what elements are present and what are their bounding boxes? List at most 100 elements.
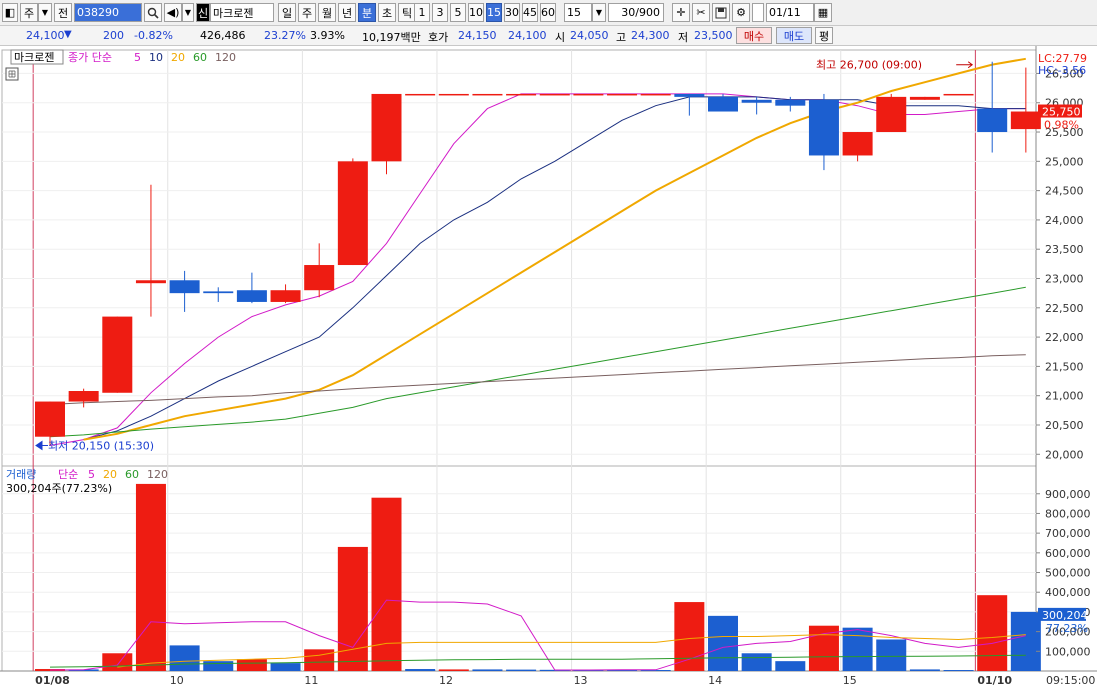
prev-button[interactable]: 전 bbox=[54, 3, 72, 22]
gear-icon[interactable]: ⚙ bbox=[732, 3, 750, 22]
x-label-4: 13 bbox=[574, 674, 588, 687]
price-tick-label-2: 21,000 bbox=[1045, 390, 1084, 403]
volume-bar-2 bbox=[102, 653, 133, 671]
calendar-icon[interactable]: ▦ bbox=[814, 3, 832, 22]
candle-body-23 bbox=[808, 99, 839, 156]
code-input[interactable]: 038290 bbox=[74, 3, 142, 22]
count-field[interactable]: 30/900 bbox=[608, 3, 664, 22]
price-tick-label-0: 20,000 bbox=[1045, 448, 1084, 461]
price-ma-period-10: 10 bbox=[149, 51, 163, 64]
price-tick-label-9: 24,500 bbox=[1045, 185, 1084, 198]
save-icon[interactable] bbox=[712, 3, 730, 22]
tools-icon[interactable]: ✂ bbox=[692, 3, 710, 22]
volume-bar-6 bbox=[236, 659, 267, 671]
candle-body-22 bbox=[775, 99, 806, 106]
candle-body-26 bbox=[909, 96, 940, 100]
price-change: 200 bbox=[103, 29, 124, 42]
interval-tab-3[interactable]: 10 bbox=[468, 3, 484, 22]
interval-tab-5[interactable]: 30 bbox=[504, 3, 520, 22]
buy-button[interactable]: 매수 bbox=[736, 27, 772, 44]
volume-bar-29 bbox=[1010, 611, 1041, 671]
price-ma-period-60: 60 bbox=[193, 51, 207, 64]
speaker-icon[interactable]: ◀) bbox=[164, 3, 182, 22]
interval-dropdown-icon[interactable]: ▼ bbox=[592, 3, 606, 22]
candle-body-11 bbox=[405, 93, 436, 96]
date-checkbox[interactable] bbox=[752, 3, 764, 22]
candle-body-7 bbox=[270, 290, 301, 302]
search-icon[interactable] bbox=[144, 3, 162, 22]
date-field[interactable]: 01/11 bbox=[766, 3, 814, 22]
ask-label: 호가 bbox=[428, 31, 449, 44]
interval-tab-0[interactable]: 1 bbox=[414, 3, 430, 22]
volume-bar-12 bbox=[438, 669, 469, 671]
volume-bar-21 bbox=[741, 653, 772, 671]
interval-tab-1[interactable]: 3 bbox=[432, 3, 448, 22]
interval-tab-4[interactable]: 15 bbox=[486, 3, 502, 22]
price-tick-label-6: 23,000 bbox=[1045, 273, 1084, 286]
price-tick-label-5: 22,500 bbox=[1045, 302, 1084, 315]
crosshair-icon[interactable]: ✛ bbox=[672, 3, 690, 22]
candle-body-10 bbox=[371, 93, 402, 162]
period-tab-3[interactable]: 년 bbox=[338, 3, 356, 22]
amount-value: 10,197백만 bbox=[362, 31, 421, 44]
x-label-1: 10 bbox=[170, 674, 184, 687]
volume-bar-28 bbox=[977, 595, 1008, 671]
candle-body-8 bbox=[304, 265, 335, 291]
price-ma-period-120: 120 bbox=[215, 51, 236, 64]
flat-button[interactable]: 평 bbox=[815, 27, 833, 44]
speaker-dropdown-icon[interactable]: ▼ bbox=[182, 3, 194, 22]
volume-tick-label-8: 900,000 bbox=[1045, 488, 1091, 501]
interval-tab-7[interactable]: 60 bbox=[540, 3, 556, 22]
price-tick-label-7: 23,500 bbox=[1045, 243, 1084, 256]
interval-tab-6[interactable]: 45 bbox=[522, 3, 538, 22]
candle-body-25 bbox=[876, 96, 907, 133]
period-tab-4[interactable]: 분 bbox=[358, 3, 376, 22]
candle-body-21 bbox=[741, 99, 772, 103]
volume-bar-20 bbox=[708, 615, 738, 671]
candle-body-24 bbox=[842, 132, 873, 156]
high-annotation: 최고 26,700 (09:00) bbox=[816, 59, 922, 72]
price-tick-label-4: 22,000 bbox=[1045, 331, 1084, 344]
period-tab-2[interactable]: 월 bbox=[318, 3, 336, 22]
volume-current-label: 300,204주(77.23%) bbox=[6, 482, 112, 495]
ask1-value: 24,150 bbox=[458, 29, 497, 42]
x-label-7: 01/10 bbox=[977, 674, 1012, 687]
volume-bar-27 bbox=[943, 670, 974, 672]
candle-body-9 bbox=[337, 161, 368, 266]
interval-input[interactable]: 15 bbox=[564, 3, 592, 22]
period-tab-1[interactable]: 주 bbox=[298, 3, 316, 22]
time-label: 09:15:00 bbox=[1046, 674, 1095, 687]
candle-body-1 bbox=[68, 391, 99, 402]
market-dropdown-icon[interactable]: ▼ bbox=[38, 3, 52, 22]
x-label-6: 15 bbox=[843, 674, 857, 687]
interval-tab-2[interactable]: 5 bbox=[450, 3, 466, 22]
stock-chart[interactable]: 20,000 20,500 21,000 21,500 22,000 22,500 23,0… bbox=[0, 46, 1097, 692]
period-tab-0[interactable]: 일 bbox=[278, 3, 296, 22]
candle-body-3 bbox=[135, 280, 166, 284]
volume-tick-label-4: 500,000 bbox=[1045, 567, 1091, 580]
current-rate-axis-label: 0.98% bbox=[1044, 119, 1079, 132]
period-tab-5[interactable]: 초 bbox=[378, 3, 396, 22]
price-change-rate: -0.82% bbox=[134, 29, 173, 42]
stock-name-field[interactable]: 마크로젠 bbox=[210, 3, 274, 22]
open-label: 시 bbox=[555, 31, 566, 44]
candle-body-17 bbox=[607, 93, 638, 96]
volume-bar-14 bbox=[506, 669, 537, 671]
candle-body-20 bbox=[708, 96, 738, 112]
candle-body-5 bbox=[203, 291, 234, 294]
current-volume-rate-label: 77.23% bbox=[1046, 622, 1088, 635]
volume-bar-9 bbox=[337, 546, 368, 671]
x-label-5: 14 bbox=[708, 674, 722, 687]
down-arrow-icon: ▼ bbox=[64, 29, 72, 40]
current-volume-axis-label: 300,204 bbox=[1042, 609, 1088, 622]
volume-bar-22 bbox=[775, 661, 806, 671]
panel-toggle-icon[interactable]: ◧ bbox=[2, 3, 18, 22]
toolbar: ◧ 주 ▼ 전 038290 ◀) ▼ 신 마크로젠 일주월년분초틱 1 3 5 10… bbox=[0, 0, 1097, 26]
turnover-rate: 23.27% bbox=[264, 29, 306, 42]
sell-button[interactable]: 매도 bbox=[776, 27, 812, 44]
candle-body-28 bbox=[977, 108, 1008, 133]
candle-body-2 bbox=[102, 316, 133, 393]
market-select[interactable]: 주 bbox=[20, 3, 38, 22]
price-tick-label-1: 20,500 bbox=[1045, 419, 1084, 432]
volume-bar-7 bbox=[270, 663, 301, 671]
